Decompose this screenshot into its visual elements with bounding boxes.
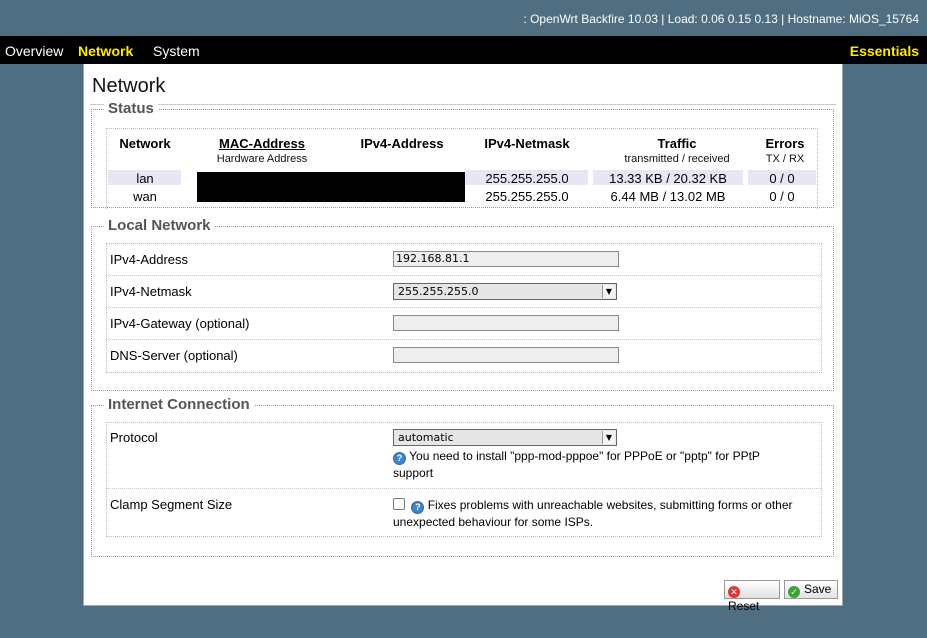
dns-server-input[interactable]	[393, 347, 619, 363]
menu-item-network[interactable]: Network	[78, 43, 133, 59]
wan-traffic: 6.44 MB / 13.02 MB	[610, 189, 726, 204]
gateway-input[interactable]	[393, 315, 619, 331]
clamp-segment-checkbox[interactable]	[393, 498, 405, 510]
menu-item-essentials[interactable]: Essentials	[850, 43, 919, 59]
help-icon: ?	[411, 501, 425, 514]
col-sub-mac: Hardware Address	[216, 153, 308, 165]
wan-network: wan	[133, 189, 157, 204]
save-button[interactable]: ✓ Save	[784, 580, 838, 599]
form-row-clamp: Clamp Segment Size ? Fixes problems with…	[107, 489, 821, 536]
internet-connection-form: Protocol automatic ▼ ? You need to insta…	[106, 422, 822, 537]
wan-netmask: 255.255.255.0	[485, 189, 569, 204]
col-header-errors: Errors	[765, 136, 805, 151]
col-header-network: Network	[119, 136, 171, 151]
lan-network: lan	[136, 171, 154, 186]
status-legend: Status	[104, 100, 158, 117]
reset-label: Reset	[728, 599, 760, 613]
clamp-label: Clamp Segment Size	[110, 497, 233, 512]
col-sub-traffic: transmitted / received	[624, 153, 730, 165]
local-network-form: IPv4-Address 192.168.81.1 IPv4-Netmask 2…	[106, 243, 822, 373]
status-table: Network MAC-Address IPv4-Address IPv4-Ne…	[106, 128, 818, 209]
protocol-help: ? You need to install "ppp-mod-pppoe" fo…	[393, 448, 803, 481]
clamp-help-text: Fixes problems with unreachable websites…	[393, 498, 793, 529]
ipv4-address-input[interactable]: 192.168.81.1	[393, 251, 619, 267]
netmask-label: IPv4-Netmask	[110, 284, 192, 299]
menu-item-overview[interactable]: Overview	[5, 43, 63, 59]
chevron-down-icon: ▼	[602, 285, 615, 298]
main-menu: Overview Network System Essentials	[0, 36, 927, 64]
gateway-label: IPv4-Gateway (optional)	[110, 316, 250, 331]
title-divider	[90, 104, 836, 105]
status-section: Status Network MAC-Address IPv4-Address …	[91, 100, 834, 209]
lan-netmask: 255.255.255.0	[485, 171, 569, 186]
content-panel: Network Status Network MAC-Address IPv4-…	[83, 64, 843, 613]
ipv4-label: IPv4-Address	[110, 252, 189, 267]
local-network-section: Local Network IPv4-Address 192.168.81.1 …	[91, 217, 834, 391]
page-title: Network	[92, 75, 166, 97]
form-row-gateway: IPv4-Gateway (optional)	[107, 308, 821, 340]
clamp-help: ? Fixes problems with unreachable websit…	[393, 497, 803, 530]
form-row-dns: DNS-Server (optional)	[107, 340, 821, 372]
redacted-mac-ip-block	[197, 172, 465, 202]
reset-icon: ✕	[728, 586, 740, 598]
save-label: Save	[804, 582, 832, 596]
lan-errors: 0 / 0	[769, 171, 795, 186]
local-network-legend: Local Network	[104, 217, 215, 234]
menu-item-system[interactable]: System	[153, 43, 200, 59]
col-header-ipv4: IPv4-Address	[360, 136, 444, 151]
form-row-netmask: IPv4-Netmask 255.255.255.0 ▼	[107, 276, 821, 308]
form-row-ipv4: IPv4-Address 192.168.81.1	[107, 244, 821, 276]
protocol-help-text: You need to install "ppp-mod-pppoe" for …	[393, 449, 760, 480]
protocol-label: Protocol	[110, 430, 158, 445]
dns-label: DNS-Server (optional)	[110, 348, 238, 363]
protocol-select-value: automatic	[398, 431, 454, 444]
form-row-protocol: Protocol automatic ▼ ? You need to insta…	[107, 423, 821, 489]
internet-connection-section: Internet Connection Protocol automatic ▼…	[91, 396, 834, 557]
chevron-down-icon: ▼	[602, 431, 615, 444]
save-icon: ✓	[788, 586, 800, 598]
col-header-traffic: Traffic	[657, 136, 697, 151]
top-bar: : OpenWrt Backfire 10.03 | Load: 0.06 0.…	[0, 0, 927, 36]
col-header-netmask: IPv4-Netmask	[484, 136, 570, 151]
netmask-select[interactable]: 255.255.255.0 ▼	[393, 283, 617, 300]
system-info: : OpenWrt Backfire 10.03 | Load: 0.06 0.…	[523, 12, 919, 26]
internet-connection-legend: Internet Connection	[104, 396, 254, 413]
netmask-select-value: 255.255.255.0	[398, 285, 479, 298]
col-header-mac: MAC-Address	[219, 136, 305, 151]
col-sub-errors: TX / RX	[765, 153, 805, 165]
help-icon: ?	[393, 452, 406, 465]
protocol-select[interactable]: automatic ▼	[393, 429, 617, 446]
lan-traffic: 13.33 KB / 20.32 KB	[609, 171, 727, 186]
wan-errors: 0 / 0	[769, 189, 795, 204]
reset-button[interactable]: ✕Reset	[724, 580, 780, 613]
